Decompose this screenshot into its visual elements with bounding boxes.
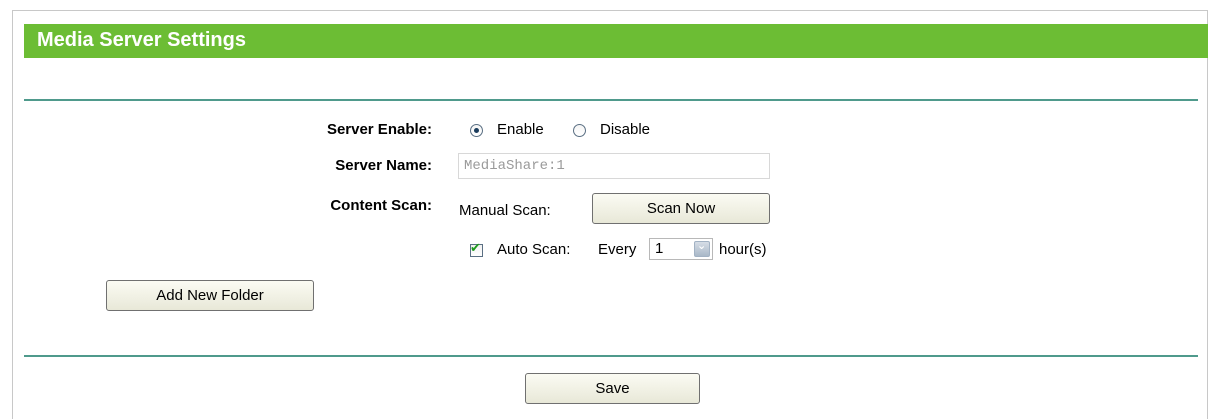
chevron-down-icon: ⌄ <box>697 239 707 252</box>
enable-radio-label[interactable]: Enable <box>497 121 544 138</box>
manual-scan-label: Manual Scan: <box>459 202 551 219</box>
auto-scan-checkbox[interactable]: ✔ <box>470 241 483 257</box>
bottom-divider <box>24 355 1198 357</box>
add-new-folder-button[interactable]: Add New Folder <box>106 280 314 311</box>
enable-radio[interactable] <box>470 124 483 137</box>
server-enable-label: Server Enable: <box>326 121 432 138</box>
content-scan-label: Content Scan: <box>330 197 432 214</box>
hours-unit-label: hour(s) <box>719 241 767 258</box>
radio-selected-dot <box>474 128 479 133</box>
save-button[interactable]: Save <box>525 373 700 404</box>
dropdown-arrow[interactable]: ⌄ <box>694 239 710 257</box>
scan-interval-value: 1 <box>655 240 664 257</box>
scan-now-button[interactable]: Scan Now <box>592 193 770 224</box>
every-label: Every <box>598 241 637 258</box>
title-bar: Media Server Settings <box>24 24 1208 58</box>
server-name-label: Server Name: <box>335 157 432 174</box>
checkmark-icon: ✔ <box>470 241 481 256</box>
page-title: Media Server Settings <box>37 29 246 51</box>
scan-interval-select[interactable]: 1 ⌄ <box>649 238 713 260</box>
disable-radio-label[interactable]: Disable <box>600 121 650 138</box>
server-name-input[interactable] <box>458 153 770 179</box>
disable-radio[interactable] <box>573 124 586 137</box>
auto-scan-label: Auto Scan: <box>497 241 571 258</box>
top-divider <box>24 99 1198 101</box>
